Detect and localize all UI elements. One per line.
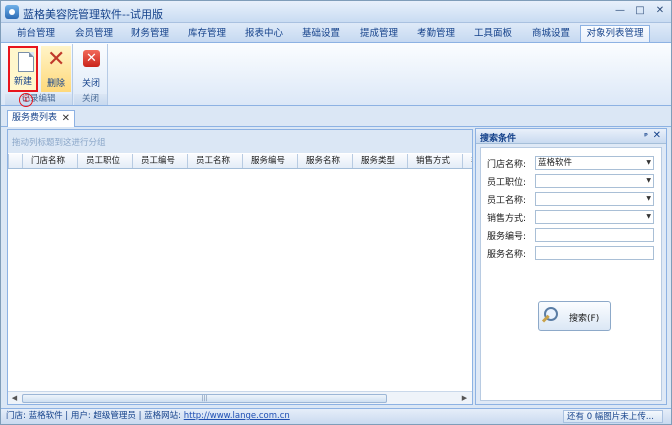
annotation-marker: ①: [19, 93, 33, 107]
tab-reports[interactable]: 报表中心: [236, 25, 292, 42]
app-logo-icon: [5, 5, 19, 19]
scroll-thumb[interactable]: |||: [22, 394, 387, 403]
field-label: 门店名称:: [487, 160, 527, 170]
search-button[interactable]: 搜索(F): [538, 301, 611, 331]
tab-basic-settings[interactable]: 基础设置: [292, 25, 350, 42]
tab-mall-settings[interactable]: 商城设置: [522, 25, 580, 42]
service-name-input[interactable]: [535, 246, 654, 260]
new-document-icon: [18, 52, 34, 72]
chevron-down-icon[interactable]: ▼: [646, 157, 651, 169]
search-panel-title: 搜索条件: [480, 134, 517, 144]
window-title: 蓝格美容院管理软件--试用版: [23, 8, 163, 21]
close-tab-icon[interactable]: ✕: [62, 111, 70, 126]
group-close: ✕ 关闭 关闭: [74, 44, 108, 105]
delete-button-label: 删除: [46, 79, 65, 89]
field-label: 销售方式:: [487, 214, 527, 224]
group-caption: 关闭: [74, 94, 107, 105]
column-header[interactable]: 服务名称: [297, 154, 352, 168]
search-panel-header: 搜索条件 ᵖ ✕: [476, 129, 666, 144]
group-by-area[interactable]: 拖动列标题到这进行分组: [8, 130, 472, 153]
ribbon: 新建 ✕ 删除 记录编辑 ✕ 关闭 关闭: [1, 42, 671, 106]
website-link[interactable]: http://www.lange.com.cn: [184, 411, 290, 421]
column-header[interactable]: 服务编号: [242, 154, 297, 168]
scroll-left-icon[interactable]: ◀: [9, 393, 20, 404]
field-label: 服务编号:: [487, 232, 527, 242]
tab-object-list[interactable]: 对象列表管理: [580, 25, 650, 42]
new-button[interactable]: 新建: [8, 46, 38, 92]
column-header[interactable]: 非会: [462, 154, 472, 168]
doc-tab-label: 服务费列表: [12, 113, 58, 123]
close-button[interactable]: ✕ 关闭: [76, 46, 106, 92]
delete-x-icon: ✕: [47, 47, 66, 72]
app-window: 蓝格美容院管理软件--试用版 — □ ✕ 前台管理 会员管理 财务管理 库存管理…: [0, 0, 672, 425]
tab-front-desk[interactable]: 前台管理: [6, 25, 66, 42]
column-header[interactable]: 门店名称: [22, 154, 77, 168]
store-name-select[interactable]: 蓝格软件 ▼: [535, 156, 654, 170]
employee-name-select[interactable]: ▼: [535, 192, 654, 206]
tab-commission[interactable]: 提成管理: [350, 25, 408, 42]
field-label: 服务名称:: [487, 250, 527, 260]
sale-method-select[interactable]: ▼: [535, 210, 654, 224]
scroll-right-icon[interactable]: ▶: [459, 393, 470, 404]
menu-tab-bar: 前台管理 会员管理 财务管理 库存管理 报表中心 基础设置 提成管理 考勤管理 …: [1, 23, 671, 42]
status-bar: 门店: 蓝格软件 | 用户: 超级管理员 | 蓝格网站: http://www.…: [1, 408, 671, 424]
field-label: 员工名称:: [487, 196, 527, 206]
tab-inventory[interactable]: 库存管理: [178, 25, 236, 42]
close-button-label: 关闭: [81, 79, 100, 89]
service-code-input[interactable]: [535, 228, 654, 242]
chevron-down-icon[interactable]: ▼: [646, 211, 651, 223]
horizontal-scrollbar[interactable]: ◀ ||| ▶: [8, 391, 472, 404]
tab-tools[interactable]: 工具面板: [464, 25, 522, 42]
grid-header: 门店名称 员工职位 员工编号 员工名称 服务编号 服务名称 服务类型 销售方式 …: [8, 154, 472, 169]
position-select[interactable]: ▼: [535, 174, 654, 188]
status-info: 门店: 蓝格软件 | 用户: 超级管理员 | 蓝格网站: http://www.…: [6, 409, 290, 424]
chevron-down-icon[interactable]: ▼: [646, 193, 651, 205]
search-button-label: 搜索(F): [569, 314, 600, 324]
tab-attendance[interactable]: 考勤管理: [408, 25, 464, 42]
status-text: 门店: 蓝格软件 | 用户: 超级管理员 | 蓝格网站:: [6, 411, 184, 421]
close-window-button[interactable]: ✕: [651, 3, 669, 19]
close-icon: ✕: [83, 50, 100, 67]
column-header[interactable]: 销售方式: [407, 154, 462, 168]
upload-status: 还有 0 幅图片未上传...: [563, 410, 663, 423]
delete-button[interactable]: ✕ 删除: [41, 46, 71, 92]
column-header[interactable]: 员工编号: [132, 154, 187, 168]
tab-member[interactable]: 会员管理: [66, 25, 122, 42]
tab-finance[interactable]: 财务管理: [122, 25, 178, 42]
document-tab-bar: 服务费列表 ✕: [1, 107, 671, 127]
group-caption: 记录编辑: [5, 94, 72, 105]
search-panel: 搜索条件 ᵖ ✕ 门店名称: 蓝格软件 ▼ 员工职位: ▼ 员工名称: ▼ 销售方…: [475, 128, 667, 405]
column-header[interactable]: 员工职位: [77, 154, 132, 168]
grid-body[interactable]: [8, 170, 472, 392]
minimize-button[interactable]: —: [611, 3, 629, 19]
new-button-label: 新建: [13, 77, 32, 87]
title-bar: 蓝格美容院管理软件--试用版 — □ ✕: [1, 1, 671, 23]
pin-icon[interactable]: ᵖ: [644, 131, 648, 140]
row-indicator-header: [8, 154, 22, 168]
tab-service-fee-list[interactable]: 服务费列表 ✕: [7, 110, 75, 127]
field-value: 蓝格软件: [538, 158, 573, 168]
chevron-down-icon[interactable]: ▼: [646, 175, 651, 187]
maximize-button[interactable]: □: [631, 3, 649, 19]
column-header[interactable]: 员工名称: [187, 154, 242, 168]
search-form: 门店名称: 蓝格软件 ▼ 员工职位: ▼ 员工名称: ▼ 销售方式: ▼ 服务编号…: [480, 147, 662, 401]
data-grid: 拖动列标题到这进行分组 门店名称 员工职位 员工编号 员工名称 服务编号 服务名…: [7, 129, 473, 405]
column-header[interactable]: 服务类型: [352, 154, 407, 168]
group-record-edit: 新建 ✕ 删除 记录编辑: [5, 44, 73, 105]
close-panel-icon[interactable]: ✕: [653, 130, 661, 141]
field-label: 员工职位:: [487, 178, 527, 188]
